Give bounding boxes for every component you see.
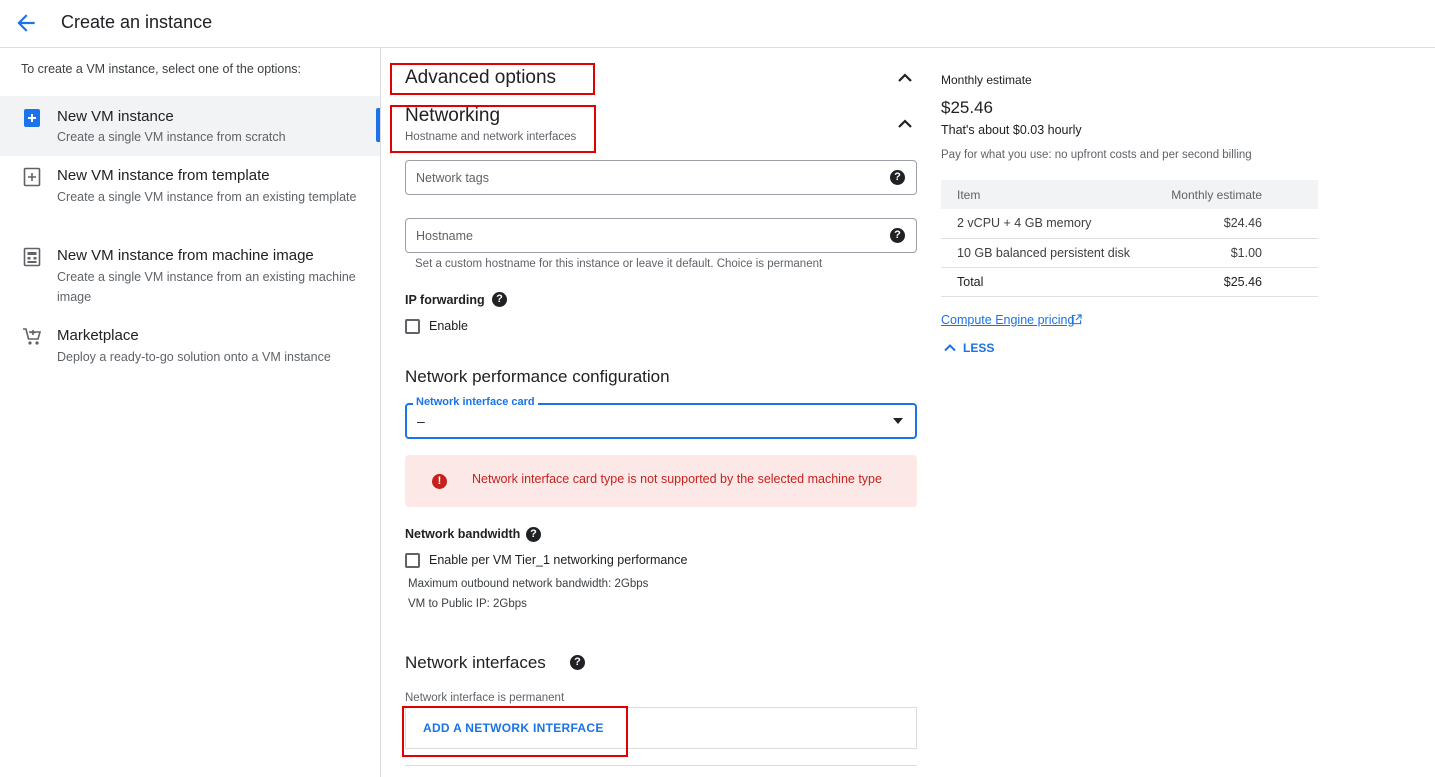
chevron-up-icon	[944, 344, 956, 352]
network-interfaces-title: Network interfaces	[405, 653, 546, 672]
checkbox-box[interactable]	[405, 319, 420, 334]
max-outbound-bandwidth: Maximum outbound network bandwidth: 2Gbp…	[408, 578, 649, 590]
table-row: 2 vCPU + 4 GB memory $24.46	[941, 209, 1318, 239]
error-icon: !	[432, 474, 447, 489]
option-description: Create a single VM instance from an exis…	[57, 270, 356, 304]
option-description: Create a single VM instance from scratch	[57, 130, 286, 144]
option-new-vm-from-template[interactable]: New VM instance from template Create a s…	[0, 160, 380, 232]
option-description: Create a single VM instance from an exis…	[57, 190, 357, 204]
hostname-hint: Set a custom hostname for this instance …	[415, 258, 823, 270]
interfaces-note: Network interface is permanent	[405, 692, 565, 704]
row-value: $24.46	[1151, 209, 1318, 239]
network-tags-field: ?	[405, 160, 917, 195]
network-performance-title: Network performance configuration	[405, 367, 670, 386]
option-title: Marketplace	[57, 327, 139, 344]
advanced-options-title: Advanced options	[405, 67, 557, 88]
table-row: 10 GB balanced persistent disk $1.00	[941, 238, 1318, 268]
table-header: Item Monthly estimate	[941, 180, 1318, 209]
back-arrow-icon[interactable]	[13, 10, 39, 36]
row-item: 10 GB balanced persistent disk	[941, 238, 1152, 268]
machine-image-icon	[23, 247, 41, 267]
checkbox-label: Enable	[429, 319, 468, 333]
option-marketplace[interactable]: Marketplace Deploy a ready-to-go solutio…	[0, 320, 380, 372]
total-label: Total	[941, 267, 1152, 297]
option-title: New VM instance	[57, 108, 174, 125]
estimate-table: Item Monthly estimate 2 vCPU + 4 GB memo…	[941, 180, 1318, 297]
estimate-hourly: That's about $0.03 hourly	[941, 123, 1082, 137]
option-title: New VM instance from template	[57, 167, 270, 184]
help-icon[interactable]: ?	[526, 527, 541, 542]
creation-options-panel: To create a VM instance, select one of t…	[0, 48, 381, 777]
less-label: LESS	[963, 341, 995, 355]
network-tags-input[interactable]	[406, 161, 876, 194]
billing-note: Pay for what you use: no upfront costs a…	[941, 149, 1252, 161]
column-header-estimate: Monthly estimate	[1151, 180, 1318, 209]
top-bar: Create an instance	[0, 0, 1435, 48]
main-form: Advanced options Networking Hostname and…	[381, 48, 941, 777]
networking-title: Networking	[405, 105, 501, 126]
collapse-advanced-chevron-up-icon[interactable]	[895, 68, 915, 88]
template-icon	[23, 167, 41, 187]
ip-forwarding-checkbox[interactable]: Enable	[405, 318, 485, 336]
vm-to-public-ip-bandwidth: VM to Public IP: 2Gbps	[408, 598, 527, 610]
tier1-networking-checkbox[interactable]: Enable per VM Tier_1 networking performa…	[405, 552, 705, 570]
add-network-interface-container: ADD A NETWORK INTERFACE	[405, 707, 917, 749]
option-new-vm-from-machine-image[interactable]: New VM instance from machine image Creat…	[0, 240, 380, 312]
network-interface-card-select[interactable]: Network interface card –	[405, 396, 917, 439]
page-title: Create an instance	[61, 12, 213, 32]
shopping-cart-icon	[23, 328, 42, 345]
networking-subtitle: Hostname and network interfaces	[405, 131, 577, 143]
estimate-price: $25.46	[941, 98, 993, 117]
total-row: Total $25.46	[941, 267, 1318, 297]
divider	[405, 765, 917, 766]
error-text: Network interface card type is not suppo…	[472, 472, 882, 486]
help-icon[interactable]: ?	[570, 655, 585, 670]
help-icon[interactable]: ?	[890, 228, 905, 243]
external-link-icon[interactable]	[1071, 314, 1082, 325]
help-icon[interactable]: ?	[890, 170, 905, 185]
estimate-title: Monthly estimate	[941, 73, 1032, 87]
hostname-input[interactable]	[406, 219, 876, 252]
compute-engine-pricing-link[interactable]: Compute Engine pricing	[941, 313, 1074, 327]
hostname-field: ?	[405, 218, 917, 253]
add-network-interface-button[interactable]: ADD A NETWORK INTERFACE	[423, 721, 604, 735]
option-title: New VM instance from machine image	[57, 247, 314, 264]
collapse-networking-chevron-up-icon[interactable]	[895, 114, 915, 134]
add-box-icon	[24, 109, 40, 127]
network-bandwidth-label: Network bandwidth	[405, 527, 521, 541]
monthly-estimate-panel: Monthly estimate $25.46 That's about $0.…	[941, 48, 1435, 777]
option-new-vm-instance[interactable]: New VM instance Create a single VM insta…	[0, 96, 380, 156]
row-item: 2 vCPU + 4 GB memory	[941, 209, 1152, 239]
ip-forwarding-label: IP forwarding	[405, 293, 485, 307]
dropdown-caret-icon	[893, 418, 903, 424]
help-icon[interactable]: ?	[492, 292, 507, 307]
select-label: Network interface card	[413, 396, 538, 408]
select-value: –	[417, 413, 425, 429]
option-description: Deploy a ready-to-go solution onto a VM …	[57, 350, 331, 364]
column-header-item: Item	[941, 180, 1152, 209]
checkbox-box[interactable]	[405, 553, 420, 568]
options-intro: To create a VM instance, select one of t…	[21, 62, 302, 76]
row-value: $1.00	[1151, 238, 1318, 268]
total-value: $25.46	[1151, 267, 1318, 297]
checkbox-label: Enable per VM Tier_1 networking performa…	[429, 553, 688, 567]
error-message-box: ! Network interface card type is not sup…	[405, 455, 917, 507]
active-indicator	[376, 108, 380, 142]
less-toggle-button[interactable]: LESS	[943, 340, 1013, 356]
